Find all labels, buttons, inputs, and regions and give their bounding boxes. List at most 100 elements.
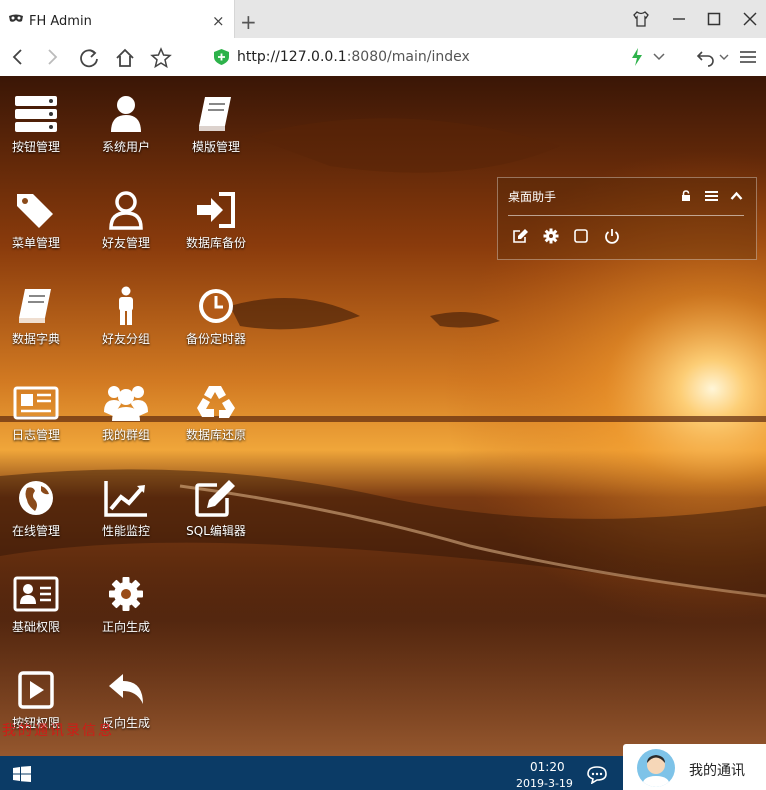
desktop-icon-5[interactable]: 数据库备份 — [174, 190, 258, 286]
chevron-down-icon[interactable] — [652, 47, 666, 67]
desktop-icon-3[interactable]: 菜单管理 — [0, 190, 78, 286]
shield-icon — [214, 49, 229, 65]
desktop-icon-label: 在线管理 — [11, 524, 60, 538]
line-chart-icon — [104, 481, 147, 517]
id-card-icon — [13, 576, 59, 612]
desktop-icon-label: 菜单管理 — [11, 236, 60, 250]
book-icon — [199, 97, 231, 131]
forward-icon[interactable] — [42, 47, 62, 67]
user-outline-icon — [109, 191, 143, 230]
tab-title: FH Admin — [29, 14, 92, 29]
back-icon[interactable] — [8, 47, 28, 67]
browser-tab[interactable]: FH Admin × — [0, 0, 235, 38]
desktop-icon-label: 按钮管理 — [11, 140, 60, 154]
minimize-icon[interactable] — [670, 10, 688, 28]
desktop-icon-10[interactable]: 我的群组 — [84, 382, 168, 478]
desktop-icon-label: 模版管理 — [191, 140, 240, 154]
desktop-icon-14[interactable]: SQL编辑器 — [174, 478, 258, 574]
desktop-icon-label: 数据字典 — [11, 332, 60, 346]
clock-time: 01:20 — [530, 760, 565, 774]
refresh-icon[interactable] — [78, 47, 100, 69]
power-icon[interactable] — [604, 228, 620, 244]
avatar-icon — [642, 755, 670, 787]
windows-start-icon[interactable] — [13, 766, 31, 782]
close-icon[interactable] — [741, 10, 759, 28]
contacts-panel[interactable]: 我的通讯 — [623, 744, 766, 790]
desktop-icon-label: 基础权限 — [11, 620, 60, 634]
desktop-icon-label: 数据库备份 — [185, 236, 246, 250]
desktop-icon-label: 好友管理 — [101, 236, 150, 250]
desktop-icon-6[interactable]: 数据字典 — [0, 286, 78, 382]
clock-date: 2019-3-19 — [516, 777, 573, 790]
reply-icon — [109, 674, 143, 704]
gear-icon — [109, 577, 143, 611]
edit-icon[interactable] — [512, 228, 529, 244]
desktop-assistant-widget: 桌面助手 — [497, 177, 757, 260]
edit-icon — [195, 480, 235, 517]
avatar — [637, 749, 675, 787]
browser-toolbar: http://127.0.0.1:8080/main/index — [0, 38, 766, 77]
url-text: http://127.0.0.1:8080/main/index — [237, 49, 470, 65]
chat-icon[interactable] — [587, 766, 607, 784]
desktop-icon-label: 数据库还原 — [185, 428, 246, 442]
desktop-icon-2[interactable]: 模版管理 — [174, 94, 258, 190]
url-host: http://127.0.0.1 — [237, 49, 347, 65]
desktop-icon-0[interactable]: 按钮管理 — [0, 94, 78, 190]
shirt-icon[interactable] — [632, 10, 650, 28]
desktop-icon-8[interactable]: 备份定时器 — [174, 286, 258, 382]
desktop-icon-11[interactable]: 数据库还原 — [174, 382, 258, 478]
widget-divider — [508, 215, 744, 216]
undo-icon[interactable] — [696, 47, 716, 67]
desktop-icon-7[interactable]: 好友分组 — [84, 286, 168, 382]
desktop-icon-label: 系统用户 — [101, 140, 150, 154]
star-icon[interactable] — [150, 47, 172, 69]
desktop-icon-label: 正向生成 — [101, 620, 150, 634]
watermark-text: 我的通讯录信息 — [2, 723, 114, 739]
window-icon[interactable] — [574, 229, 588, 243]
menu-icon[interactable] — [739, 47, 757, 67]
desktop-icon-13[interactable]: 性能监控 — [84, 478, 168, 574]
desktop-icon-label: 我的群组 — [101, 428, 150, 442]
desktop-icon-9[interactable]: 日志管理 — [0, 382, 78, 478]
desktop-icon-label: 好友分组 — [101, 332, 150, 346]
desktop-icon-12[interactable]: 在线管理 — [0, 478, 78, 574]
tab-close-button[interactable]: × — [212, 12, 225, 30]
desktop-icon-16[interactable]: 正向生成 — [84, 574, 168, 670]
desktop-icon-label: SQL编辑器 — [186, 524, 246, 538]
url-path: :8080/main/index — [346, 49, 470, 65]
clock-icon — [199, 289, 233, 323]
menu-icon[interactable] — [705, 190, 718, 202]
desktop-icon-4[interactable]: 好友管理 — [84, 190, 168, 286]
book-icon — [19, 289, 51, 323]
desktop-icon-1[interactable]: 系统用户 — [84, 94, 168, 190]
user-icon — [111, 96, 141, 132]
browser-tab-bar: FH Admin × + — [0, 0, 766, 38]
newspaper-icon — [13, 386, 59, 420]
recycle-icon — [197, 386, 235, 418]
chevron-up-icon[interactable] — [730, 190, 743, 202]
contacts-label: 我的通讯 — [689, 763, 745, 779]
lightning-icon[interactable] — [630, 47, 644, 67]
sign-in-icon — [197, 192, 235, 228]
desktop-icon-label: 日志管理 — [11, 428, 60, 442]
desktop-icon-15[interactable]: 基础权限 — [0, 574, 78, 670]
server-icon — [15, 96, 57, 132]
tags-icon — [17, 194, 53, 228]
home-icon[interactable] — [114, 47, 136, 69]
desktop-icon-18[interactable]: 反向生成 — [84, 670, 168, 756]
address-bar[interactable]: http://127.0.0.1:8080/main/index — [204, 44, 669, 70]
gear-icon[interactable] — [543, 228, 559, 244]
maximize-icon[interactable] — [705, 10, 723, 28]
lock-icon[interactable] — [680, 190, 692, 202]
desktop-icon-17[interactable]: 按钮权限 — [0, 670, 78, 756]
users-icon — [104, 386, 148, 421]
desktop-icon-label: 性能监控 — [101, 524, 150, 538]
widget-title: 桌面助手 — [508, 190, 557, 204]
play-icon — [18, 671, 54, 709]
new-tab-button[interactable]: + — [240, 10, 257, 34]
desktop: 按钮管理 系统用户 模版管理 菜单管理 好友管理 数据库备份 数据字典 好友分组… — [0, 76, 766, 756]
desktop-icon-label: 备份定时器 — [185, 332, 246, 346]
chevron-down-icon[interactable] — [718, 47, 730, 67]
globe-icon — [19, 481, 53, 515]
mask-icon — [9, 14, 23, 22]
